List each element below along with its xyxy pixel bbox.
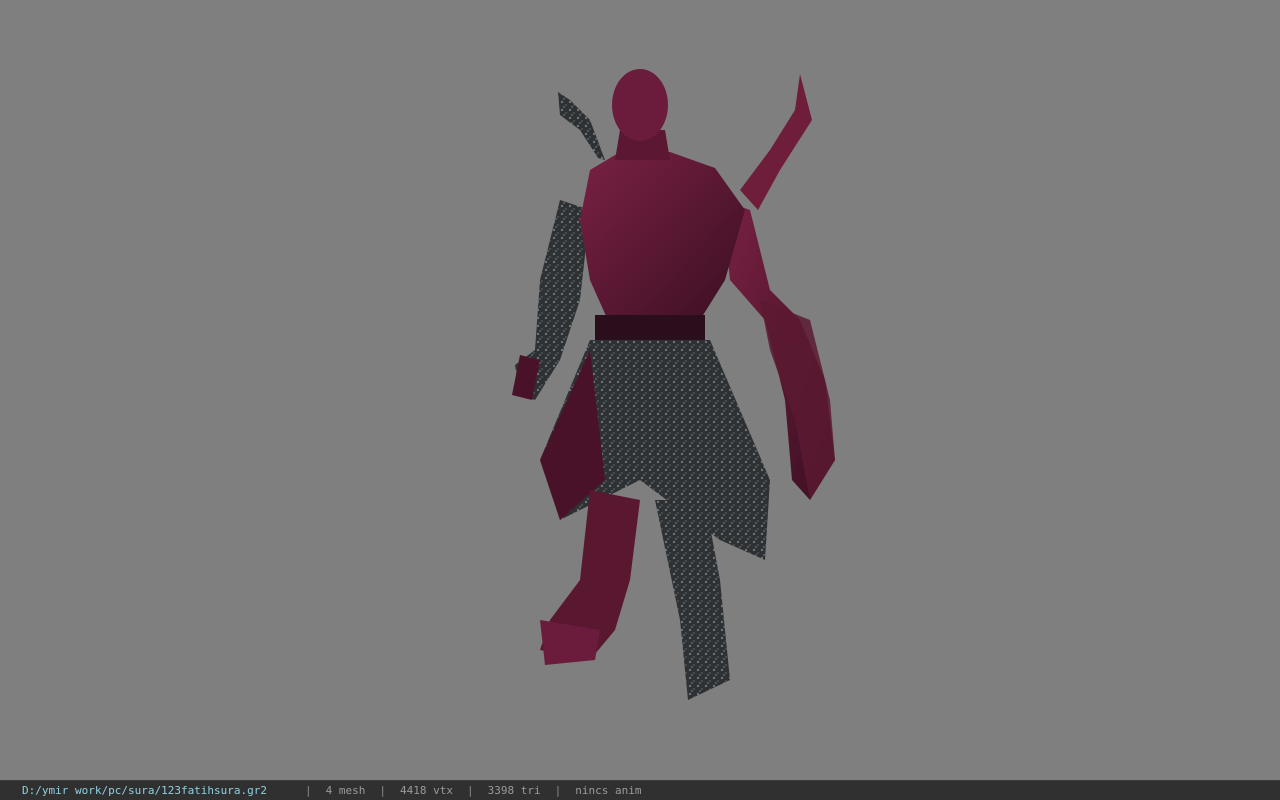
- status-bar: D:/ymir work/pc/sura/123fatihsura.gr2 | …: [0, 780, 1280, 800]
- right-ribbon: [740, 74, 812, 210]
- vertex-count: 4418 vtx: [400, 784, 454, 797]
- status-separator: |: [467, 784, 474, 797]
- status-separator: |: [379, 784, 387, 797]
- torso: [580, 152, 745, 325]
- triangle-count: 3398 tri: [487, 784, 541, 797]
- belt: [595, 315, 705, 343]
- mesh-count: 4 mesh: [325, 784, 366, 797]
- left-ribbon: [558, 92, 605, 160]
- 3d-viewport[interactable]: [0, 0, 1280, 780]
- file-path: D:/ymir work/pc/sura/123fatihsura.gr2: [22, 784, 268, 797]
- animation-status: nincs anim: [575, 784, 642, 797]
- status-separator: |: [554, 784, 562, 797]
- character-model: [512, 69, 835, 700]
- status-separator: |: [305, 784, 312, 797]
- head: [612, 69, 668, 141]
